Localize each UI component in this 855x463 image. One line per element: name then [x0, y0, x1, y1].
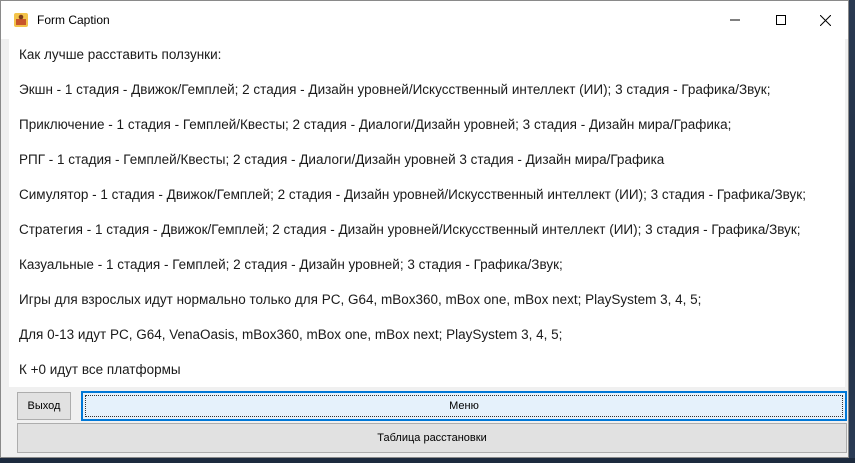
app-icon — [14, 13, 28, 27]
text-line: РПГ - 1 стадия - Гемплей/Квесты; 2 стади… — [19, 152, 665, 167]
menu-button[interactable]: Меню — [81, 391, 847, 421]
text-line: Приключение - 1 стадия - Гемплей/Квесты;… — [19, 117, 732, 132]
minimize-icon — [730, 19, 740, 21]
close-icon — [819, 14, 831, 26]
menu-button-label: Меню — [449, 400, 479, 412]
info-text-panel: Как лучше расставить ползунки: Экшн - 1 … — [9, 39, 845, 387]
text-line: Стратегия - 1 стадия - Движок/Гемплей; 2… — [19, 222, 801, 237]
text-line: Казуальные - 1 стадия - Гемплей; 2 стади… — [19, 257, 563, 272]
text-line: Как лучше расставить ползунки: — [19, 47, 222, 62]
maximize-icon — [776, 15, 786, 25]
text-line: Игры для взрослых идут нормально только … — [19, 292, 702, 307]
maximize-button[interactable] — [758, 1, 804, 39]
text-line: Для 0-13 идут PC, G64, VenaOasis, mBox36… — [19, 327, 563, 342]
text-line: Экшн - 1 стадия - Движок/Гемплей; 2 стад… — [19, 82, 771, 97]
taskbar-strip — [0, 458, 855, 463]
desktop-background — [849, 0, 855, 463]
form-window: Form Caption Как лучше расставить ползун… — [0, 0, 849, 458]
title-bar[interactable]: Form Caption — [1, 1, 848, 39]
placement-table-button-label: Таблица расстановки — [377, 432, 487, 444]
placement-table-button[interactable]: Таблица расстановки — [17, 423, 847, 453]
text-line: К +0 идут все платформы — [19, 362, 181, 377]
minimize-button[interactable] — [712, 1, 758, 39]
exit-button[interactable]: Выход — [17, 392, 71, 420]
window-title: Form Caption — [37, 13, 110, 27]
close-button[interactable] — [802, 1, 848, 39]
text-line: Симулятор - 1 стадия - Движок/Гемплей; 2… — [19, 187, 806, 202]
exit-button-label: Выход — [27, 400, 61, 412]
